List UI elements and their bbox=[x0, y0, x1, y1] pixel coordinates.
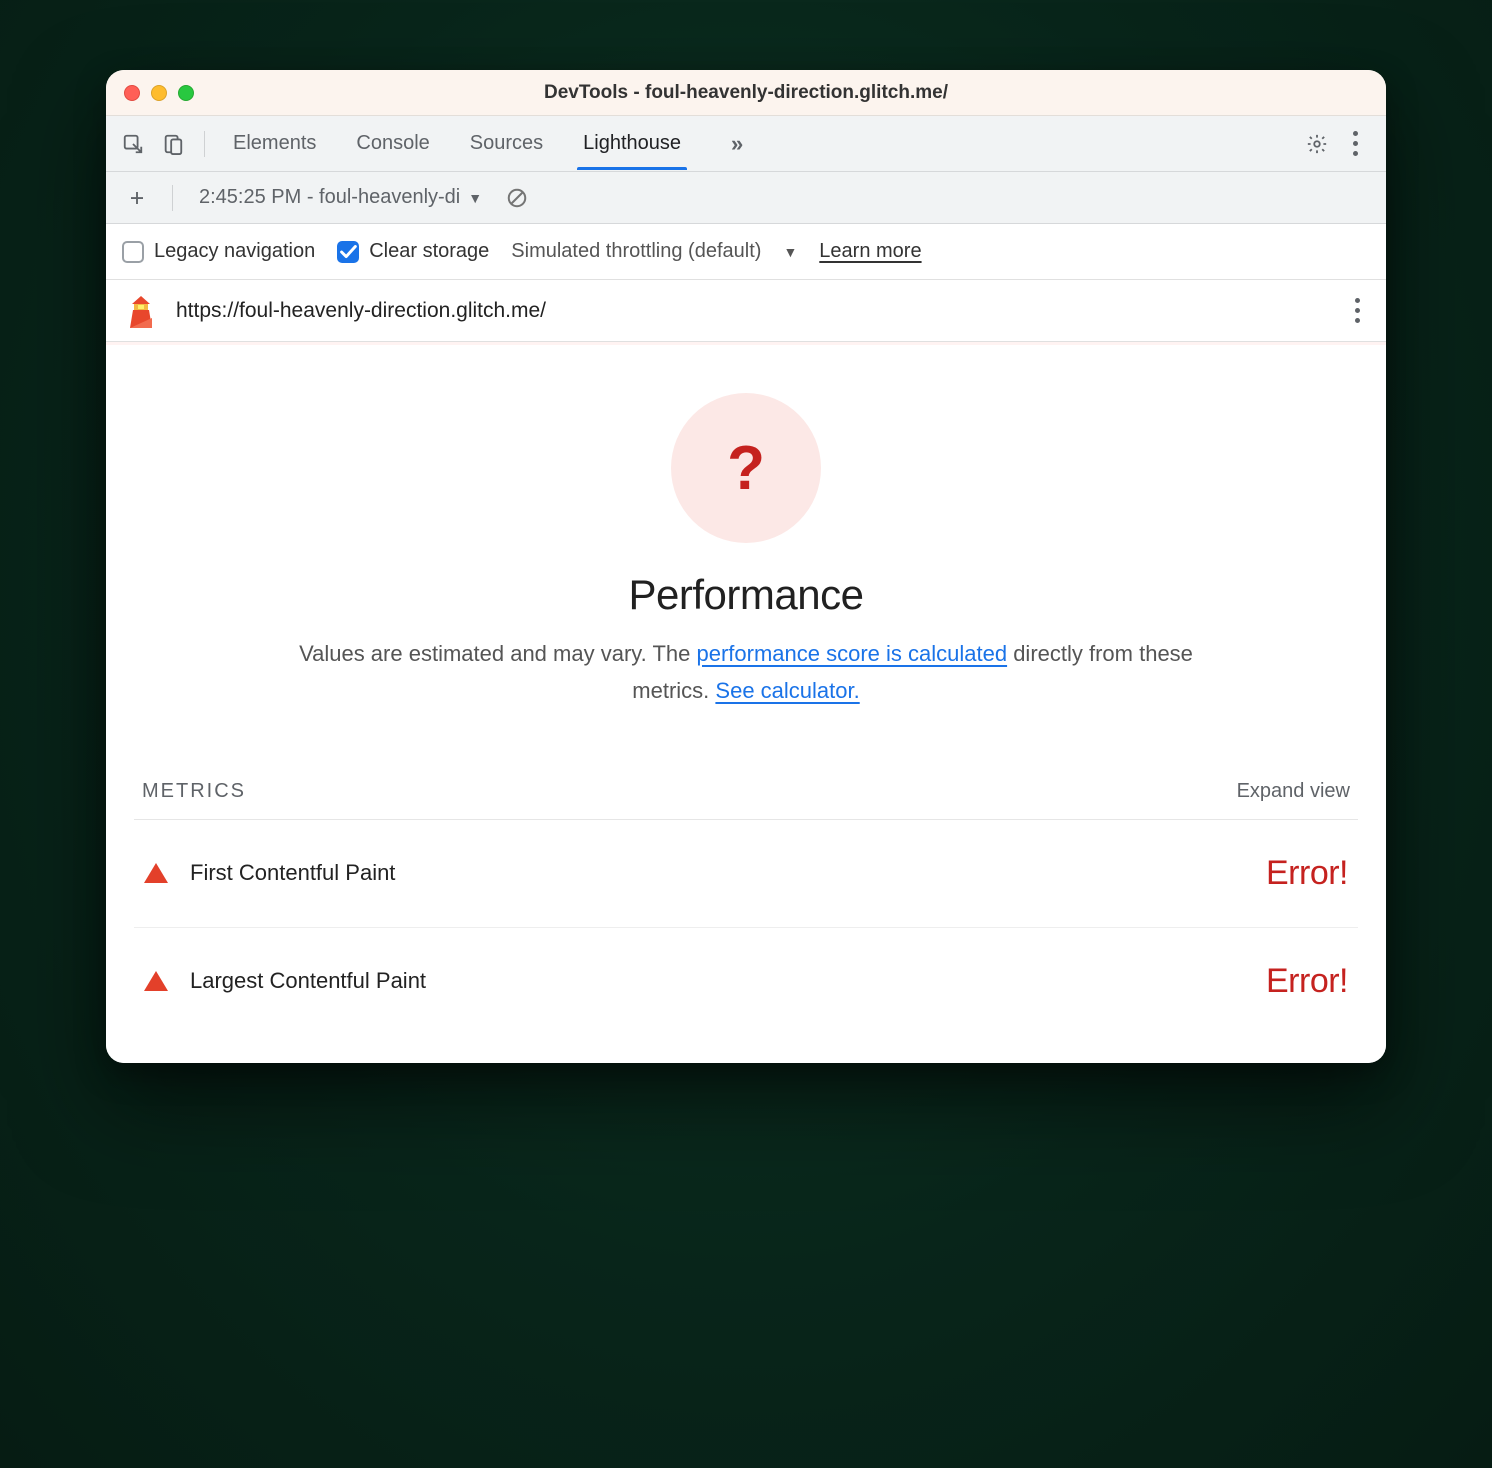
titlebar: DevTools - foul-heavenly-direction.glitc… bbox=[106, 70, 1386, 116]
toolbar-separator bbox=[204, 131, 205, 157]
metrics-header: METRICS Expand view bbox=[134, 780, 1358, 820]
traffic-lights bbox=[106, 85, 194, 101]
lighthouse-report: ? Performance Values are estimated and m… bbox=[106, 342, 1386, 1063]
learn-more-link[interactable]: Learn more bbox=[819, 240, 921, 263]
device-toggle-icon[interactable] bbox=[156, 127, 190, 161]
metric-value: Error! bbox=[1266, 962, 1348, 1001]
clear-report-icon[interactable] bbox=[500, 181, 534, 215]
more-options-icon[interactable] bbox=[1338, 127, 1372, 161]
throttling-selector[interactable]: Simulated throttling (default) ▼ bbox=[511, 240, 797, 263]
error-triangle-icon bbox=[144, 971, 168, 991]
score-value: ? bbox=[727, 433, 765, 504]
lighthouse-icon bbox=[124, 294, 158, 328]
score-gauge: ? bbox=[671, 393, 821, 543]
metric-name: Largest Contentful Paint bbox=[190, 968, 426, 994]
dropdown-icon: ▼ bbox=[783, 244, 797, 260]
gear-icon[interactable] bbox=[1300, 127, 1334, 161]
metric-row: Largest Contentful Paint Error! bbox=[134, 928, 1358, 1035]
inspect-element-icon[interactable] bbox=[116, 127, 150, 161]
clear-storage-label: Clear storage bbox=[369, 240, 489, 263]
legacy-navigation-label: Legacy navigation bbox=[154, 240, 315, 263]
see-calculator-link[interactable]: See calculator. bbox=[715, 678, 859, 703]
toolbar-separator bbox=[172, 185, 173, 211]
performance-score-link[interactable]: performance score is calculated bbox=[696, 641, 1007, 666]
lighthouse-toolbar: 2:45:25 PM - foul-heavenly-di ▼ bbox=[106, 172, 1386, 224]
tab-lighthouse[interactable]: Lighthouse bbox=[581, 118, 683, 169]
window-maximize-button[interactable] bbox=[178, 85, 194, 101]
checkbox-empty-icon[interactable] bbox=[122, 241, 144, 263]
more-tabs-icon[interactable]: » bbox=[719, 131, 755, 157]
report-url: https://foul-heavenly-direction.glitch.m… bbox=[176, 299, 1329, 323]
report-subtitle: Values are estimated and may vary. The p… bbox=[296, 635, 1196, 710]
tab-sources[interactable]: Sources bbox=[468, 118, 545, 169]
window-minimize-button[interactable] bbox=[151, 85, 167, 101]
checkbox-checked-icon[interactable] bbox=[337, 241, 359, 263]
dropdown-icon: ▼ bbox=[468, 190, 482, 206]
panel-tabs: Elements Console Sources Lighthouse » bbox=[231, 118, 1294, 169]
metric-value: Error! bbox=[1266, 854, 1348, 893]
expand-view-toggle[interactable]: Expand view bbox=[1237, 780, 1350, 803]
lighthouse-options-bar: Legacy navigation Clear storage Simulate… bbox=[106, 224, 1386, 280]
metric-name: First Contentful Paint bbox=[190, 860, 395, 886]
window-title: DevTools - foul-heavenly-direction.glitc… bbox=[106, 82, 1386, 104]
report-menu-icon[interactable] bbox=[1347, 294, 1368, 327]
subtitle-text-1: Values are estimated and may vary. The bbox=[299, 641, 696, 666]
report-category-title: Performance bbox=[134, 571, 1358, 619]
devtools-main-toolbar: Elements Console Sources Lighthouse » bbox=[106, 116, 1386, 172]
metric-row: First Contentful Paint Error! bbox=[134, 820, 1358, 928]
metrics-heading: METRICS bbox=[142, 780, 246, 803]
report-selector[interactable]: 2:45:25 PM - foul-heavenly-di ▼ bbox=[191, 182, 490, 213]
report-url-bar: https://foul-heavenly-direction.glitch.m… bbox=[106, 280, 1386, 342]
devtools-window: DevTools - foul-heavenly-direction.glitc… bbox=[106, 70, 1386, 1063]
new-report-button[interactable] bbox=[120, 181, 154, 215]
legacy-navigation-option[interactable]: Legacy navigation bbox=[122, 240, 315, 263]
clear-storage-option[interactable]: Clear storage bbox=[337, 240, 489, 263]
throttling-label: Simulated throttling (default) bbox=[511, 240, 761, 263]
error-triangle-icon bbox=[144, 863, 168, 883]
window-close-button[interactable] bbox=[124, 85, 140, 101]
tab-elements[interactable]: Elements bbox=[231, 118, 318, 169]
report-selector-label: 2:45:25 PM - foul-heavenly-di bbox=[199, 186, 460, 209]
tab-console[interactable]: Console bbox=[354, 118, 431, 169]
